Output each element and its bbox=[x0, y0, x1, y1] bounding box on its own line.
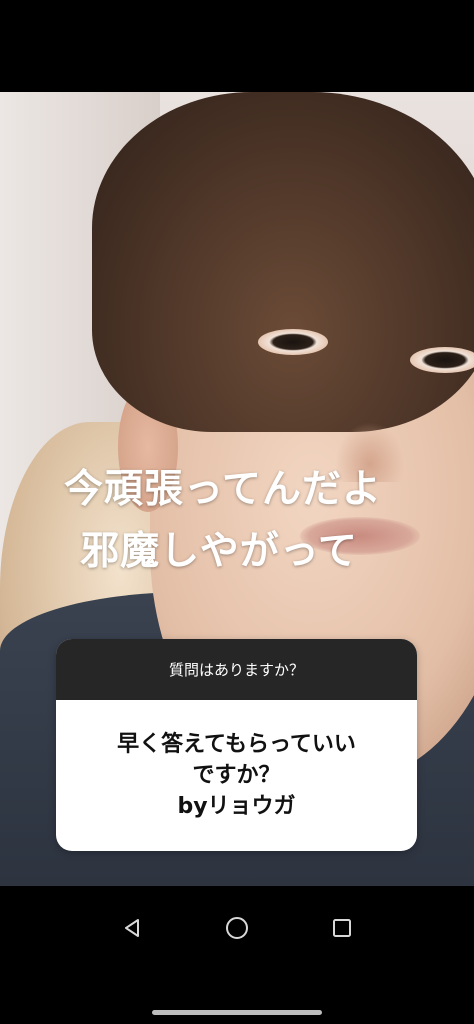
triangle-back-icon bbox=[125, 919, 139, 937]
square-recents-icon bbox=[333, 919, 351, 937]
circle-home-icon bbox=[226, 917, 248, 939]
recents-button[interactable] bbox=[318, 904, 366, 952]
photo-right-eye bbox=[410, 347, 474, 373]
question-sticker-answer: 早く答えてもらっていい ですか？ byリョウガ bbox=[56, 700, 417, 851]
question-sticker-header: 質問はありますか？ bbox=[56, 639, 417, 700]
answer-line-2: ですか？ bbox=[192, 763, 281, 788]
photo-left-eye bbox=[258, 329, 328, 355]
system-navigation-bar bbox=[0, 886, 474, 1024]
answer-line-1: 早く答えてもらっていい bbox=[117, 732, 356, 757]
question-sticker[interactable]: 質問はありますか？ 早く答えてもらっていい ですか？ byリョウガ bbox=[56, 639, 417, 851]
back-button[interactable] bbox=[108, 904, 156, 952]
home-indicator[interactable] bbox=[152, 1010, 322, 1015]
photo-hair bbox=[92, 92, 474, 432]
story-text-line-1: 今頑張ってんだよ bbox=[63, 467, 383, 512]
home-button[interactable] bbox=[213, 904, 261, 952]
story-text-line-2: 邪魔しやがって bbox=[80, 529, 358, 574]
answer-line-3: byリョウガ bbox=[177, 794, 296, 819]
status-bar-area bbox=[0, 0, 474, 92]
